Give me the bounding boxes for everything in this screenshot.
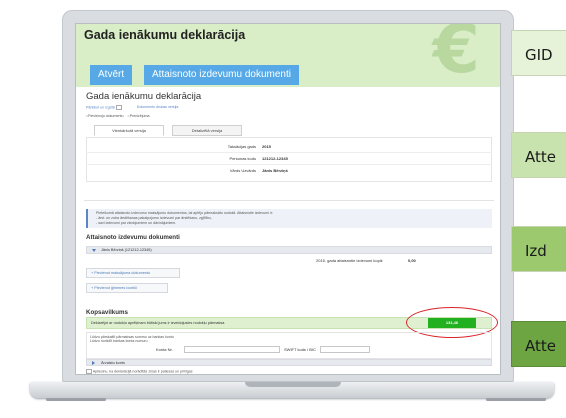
side-card-3[interactable]: Izd <box>511 226 566 272</box>
chevron-down-icon <box>92 249 96 252</box>
swift-input[interactable] <box>320 346 370 353</box>
radio-new-label: Pievienoju dokumentu <box>88 114 124 118</box>
divider <box>86 152 492 153</box>
bank-account-label: Konta Nr. <box>156 347 173 352</box>
print-link[interactable]: Pārlūkot un izgūtā <box>86 105 115 109</box>
toolbar: Pārlūkot un izgūtā Dokumentu drukas vers… <box>86 105 178 110</box>
euro-icon: € <box>432 23 480 89</box>
add-family-member-button[interactable]: + Pievienot ģimenes locekli <box>86 283 168 293</box>
laptop-notch <box>245 382 341 387</box>
name-value: Jānis Bērziņš <box>262 168 288 173</box>
add-payment-doc-button[interactable]: + Pievienot maksājuma dokumentu <box>86 268 180 278</box>
side-card-label: Atte <box>525 148 556 166</box>
note-line: Pieteikumā attaisnoto izdevumu maksājumu… <box>96 211 273 215</box>
laptop-foot-right <box>486 398 546 401</box>
side-card-2[interactable]: Atte <box>511 132 566 178</box>
note-line: - ārst. un zoba ārstēšanas pakalpojumu i… <box>96 216 212 220</box>
tab-detailed[interactable]: Detalizētā versija <box>172 125 242 136</box>
radio-correction-label: Precizējuma <box>129 114 150 118</box>
side-card-label: GID <box>525 46 553 64</box>
info-box <box>86 137 492 182</box>
side-card-1[interactable]: GID <box>511 30 566 76</box>
person-accordion-label: Jānis Bērziņš (121212-12345) <box>101 248 152 252</box>
side-card-label: Atte <box>525 337 556 355</box>
divider <box>84 200 494 201</box>
add-payment-doc-label: Pievienot maksājuma dokumentu <box>94 271 151 275</box>
side-card-label: Izd <box>525 242 547 260</box>
personal-code-label: Personas kods <box>229 156 256 161</box>
open-button[interactable]: Atvērt <box>90 65 133 85</box>
radio-group: ○Pievienoju dokumentu ○Precizējuma <box>86 114 150 118</box>
summary-text: Deklarējot ar nodokļu aprēķinam būtiski … <box>91 321 225 325</box>
tax-year-value: 2015 <box>262 144 271 149</box>
tab-simplified[interactable]: Vienkāršotā versija <box>94 125 164 136</box>
add-family-member-label: Pievienot ģimenes locekli <box>94 286 137 290</box>
personal-code-value: 121212-12345 <box>262 156 288 161</box>
page-title: Gada ienākumu deklarācija <box>86 91 202 102</box>
tax-year-label: Taksācijas gads <box>227 144 256 149</box>
person-accordion[interactable]: Jānis Bērziņš (121212-12345) <box>86 246 492 254</box>
confirm-checkbox[interactable] <box>86 369 92 374</box>
attach-documents-button[interactable]: Attaisnoto izdevumu dokumenti <box>144 65 299 85</box>
doc-print-link[interactable]: Dokumentu drukas versija <box>137 105 179 109</box>
confirm-row: Apliecinu, ka deklarācijā norādītās ziņa… <box>86 369 193 374</box>
name-label: Vārds Uzvārds <box>229 168 256 173</box>
summary-title: Kopsavilkums <box>86 309 128 316</box>
total-label: 2015. gada attaisnotie izdevumi kopā: <box>316 258 384 263</box>
total-value: 0,00 <box>408 258 416 263</box>
laptop-screen: Gada ienākumu deklarācija € Atvērt Attai… <box>75 23 501 375</box>
note-line: - savi izdevumi par ziedojumiem un dāvin… <box>96 221 177 225</box>
confirm-text: Apliecinu, ka deklarācijā norādītās ziņa… <box>92 369 193 374</box>
bank-text-2: Lūdzu norādīt bankas konta numuru <box>90 339 148 343</box>
chevron-right-icon <box>92 361 95 365</box>
expenses-section-title: Attaisnoto izdevumu dokumenti <box>86 234 180 241</box>
foreign-account-label: Ārvalstu konts <box>101 361 125 365</box>
hero-title: Gada ienākumu deklarācija <box>84 28 246 42</box>
declaration-page: Gada ienākumu deklarācija Pārlūkot un iz… <box>76 87 500 374</box>
bank-account-input[interactable] <box>184 346 280 353</box>
swift-label: SWIFT kods / BIC <box>284 347 316 352</box>
side-card-4[interactable]: Atte <box>511 321 566 367</box>
laptop-foot-left <box>46 398 106 401</box>
hero-banner: Gada ienākumu deklarācija € Atvērt Attai… <box>76 23 500 89</box>
info-note: Pieteikumā attaisnoto izdevumu maksājumu… <box>86 209 492 228</box>
divider <box>86 164 492 165</box>
print-select[interactable] <box>115 105 122 110</box>
foreign-account-row[interactable]: Ārvalstu konts <box>86 359 492 366</box>
